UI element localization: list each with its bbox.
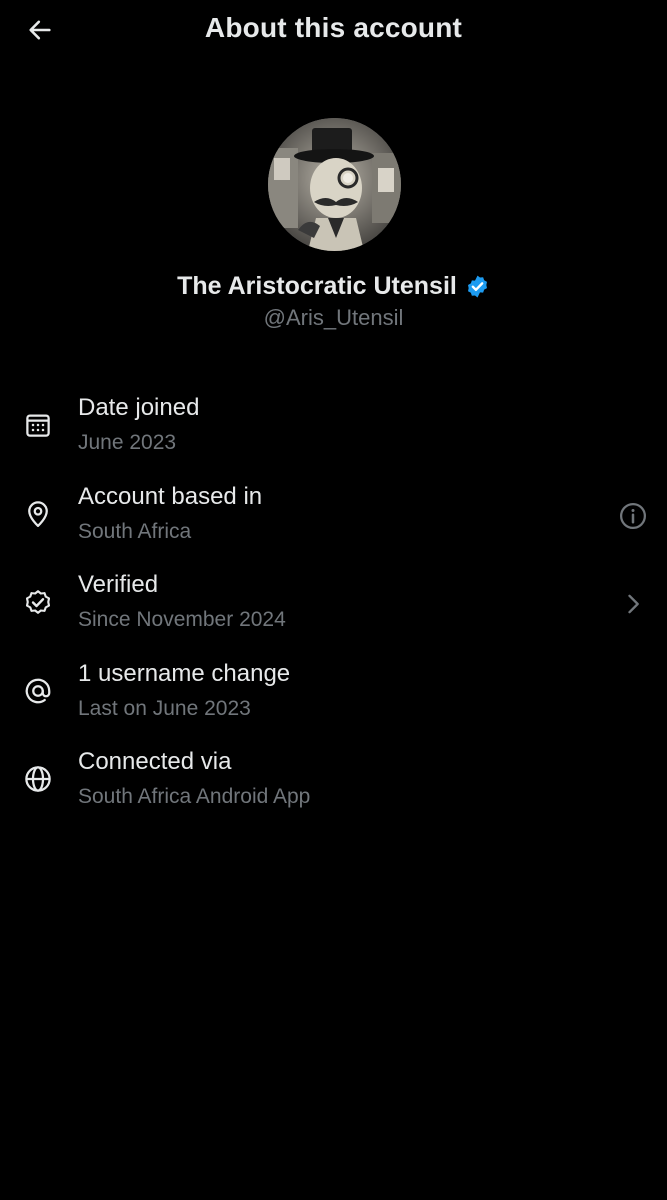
display-name: The Aristocratic Utensil (177, 272, 457, 300)
row-subtitle: Last on June 2023 (78, 696, 251, 720)
row-subtitle: Since November 2024 (78, 608, 286, 631)
at-sign-icon (20, 673, 56, 709)
row-account-based-in: Account based in South Africa (0, 474, 667, 563)
avatar[interactable] (268, 118, 401, 251)
chevron-right-icon (619, 590, 647, 618)
row-title: Verified (78, 571, 159, 598)
row-date-joined: Date joined June 2023 (0, 385, 667, 474)
row-connected-via: Connected via South Africa Android App (0, 739, 667, 828)
page-title: About this account (204, 12, 463, 43)
account-info-list: Date joined June 2023 Account based in S… (0, 385, 667, 828)
top-bar: About this account (0, 0, 667, 60)
globe-icon (20, 761, 56, 797)
row-verified[interactable]: Verified Since November 2024 (0, 562, 667, 651)
row-username-changes: 1 username change Last on June 2023 (0, 651, 667, 740)
about-account-screen: About this account The Aristocratic Uten… (0, 0, 667, 1200)
row-subtitle: June 2023 (78, 431, 177, 454)
row-subtitle: South Africa Android App (78, 785, 311, 808)
handle: @Aris_Utensil (263, 305, 404, 330)
info-icon (618, 501, 648, 531)
row-title: Account based in (78, 482, 263, 510)
row-title: 1 username change (78, 659, 291, 687)
info-button[interactable] (615, 498, 651, 534)
location-pin-icon (20, 496, 56, 532)
verified-check-icon (20, 584, 56, 620)
verified-details-button[interactable] (615, 586, 651, 622)
row-title: Connected via (78, 748, 232, 775)
calendar-icon (20, 407, 56, 443)
verified-badge-icon (465, 274, 490, 299)
row-title: Date joined (78, 394, 200, 421)
row-subtitle: South Africa (78, 519, 192, 543)
display-name-row: The Aristocratic Utensil (0, 272, 667, 301)
